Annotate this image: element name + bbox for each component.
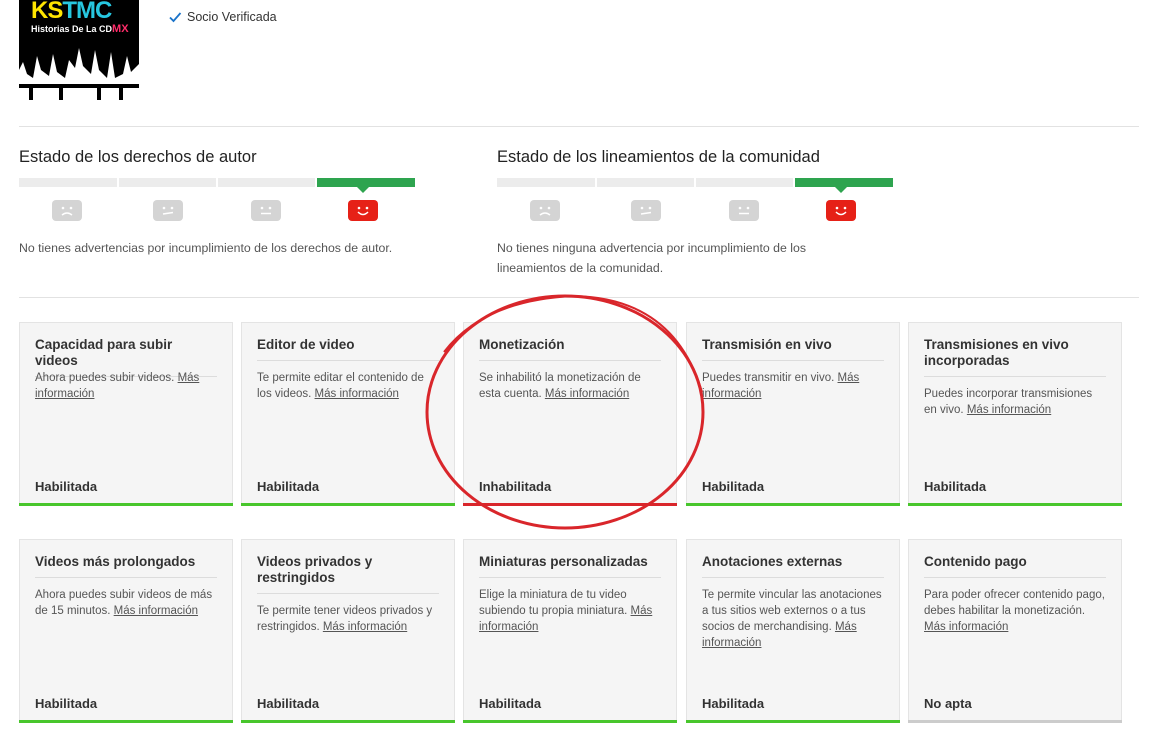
meter-segment — [218, 178, 315, 187]
feature-card-state: Habilitada — [257, 696, 320, 711]
happy-face-icon — [826, 200, 856, 221]
feature-card-state: Inhabilitada — [479, 479, 552, 494]
happy-face-icon — [348, 200, 378, 221]
meter-segment — [19, 178, 117, 187]
logo-subtitle: Historias De La CDMX — [31, 23, 129, 35]
copyright-status-section: Estado de los derechos de autor No tiene… — [19, 148, 459, 255]
skyline-image — [19, 44, 139, 100]
neutral-face-icon — [251, 200, 281, 221]
feature-card-embedded-live: Transmisiones en vivo incorporadas Puede… — [908, 322, 1122, 506]
feature-card-title: Videos privados y restringidos — [257, 554, 439, 594]
channel-avatar[interactable]: KSTMC Historias De La CDMX — [19, 0, 139, 100]
feature-card-description: Para poder ofrecer contenido pago, debes… — [924, 587, 1106, 635]
feature-status-bar — [686, 720, 900, 723]
feature-card-state: Habilitada — [702, 479, 765, 494]
more-info-link[interactable]: Más información — [967, 404, 1051, 416]
feature-card-title: Contenido pago — [924, 554, 1106, 578]
community-status-section: Estado de los lineamientos de la comunid… — [497, 148, 893, 275]
more-info-link[interactable]: Más información — [924, 621, 1008, 633]
channel-logo: KSTMC — [31, 0, 112, 24]
feature-card-title: Videos más prolongados — [35, 554, 217, 578]
feature-card-description-text: Elige la miniatura de tu video subiendo … — [479, 589, 628, 617]
feature-status-bar — [241, 503, 455, 506]
feature-card-monetization: Monetización Se inhabilitó la monetizaci… — [463, 322, 677, 506]
divider-middle — [19, 297, 1139, 298]
feature-card-state: Habilitada — [35, 696, 98, 711]
feature-card-external-annotations: Anotaciones externas Te permite vincular… — [686, 539, 900, 723]
uneasy-face-icon — [153, 200, 183, 221]
feature-card-title: Miniaturas personalizadas — [479, 554, 661, 578]
feature-card-video-editor: Editor de video Te permite editar el con… — [241, 322, 455, 506]
verified-label: Socio Verificada — [187, 10, 277, 24]
copyright-status-message: No tienes advertencias por incumplimient… — [19, 241, 393, 255]
feature-status-bar — [241, 720, 455, 723]
feature-card-paid-content: Contenido pago Para poder ofrecer conten… — [908, 539, 1122, 723]
meter-segment — [597, 178, 694, 187]
feature-card-state: Habilitada — [479, 696, 542, 711]
community-status-title: Estado de los lineamientos de la comunid… — [497, 148, 820, 166]
neutral-face-icon — [729, 200, 759, 221]
feature-card-description: Te permite tener videos privados y restr… — [257, 603, 439, 635]
feature-card-upload: Capacidad para subir videos Ahora puedes… — [19, 322, 233, 506]
check-icon — [169, 12, 182, 23]
feature-card-state: Habilitada — [702, 696, 765, 711]
logo-ks-text: KS — [31, 0, 63, 24]
uneasy-face-icon — [631, 200, 661, 221]
feature-card-private-videos: Videos privados y restringidos Te permit… — [241, 539, 455, 723]
feature-status-bar — [908, 720, 1122, 723]
feature-card-description: Se inhabilitó la monetización de esta cu… — [479, 370, 661, 402]
feature-card-state: Habilitada — [924, 479, 987, 494]
feature-card-description: Ahora puedes subir videos. Más informaci… — [35, 370, 217, 402]
feature-card-state: Habilitada — [257, 479, 320, 494]
feature-card-state: Habilitada — [35, 479, 98, 494]
community-status-meter — [497, 178, 893, 193]
feature-card-description-text: Para poder ofrecer contenido pago, debes… — [924, 589, 1105, 617]
feature-card-state: No apta — [924, 696, 972, 711]
feature-status-bar — [463, 503, 677, 506]
feature-card-description: Te permite vincular las anotaciones a tu… — [702, 587, 884, 651]
verified-badge: Socio Verificada — [168, 10, 277, 24]
sad-face-icon — [52, 200, 82, 221]
meter-segment — [497, 178, 595, 187]
more-info-link[interactable]: Más información — [114, 605, 198, 617]
feature-card-custom-thumbnails: Miniaturas personalizadas Elige la minia… — [463, 539, 677, 723]
meter-segment-active — [317, 178, 415, 187]
feature-status-bar — [19, 503, 233, 506]
feature-status-bar — [908, 503, 1122, 506]
meter-segment — [119, 178, 216, 187]
feature-card-description: Puedes incorporar transmisiones en vivo.… — [924, 386, 1106, 418]
feature-card-description: Te permite editar el contenido de los vi… — [257, 370, 439, 402]
copyright-status-title: Estado de los derechos de autor — [19, 148, 257, 166]
meter-pointer — [835, 187, 847, 193]
feature-card-title: Transmisión en vivo — [702, 337, 884, 361]
feature-card-description: Elige la miniatura de tu video subiendo … — [479, 587, 661, 635]
logo-subtitle-text: Historias De La CD — [31, 24, 113, 34]
logo-tmc-text: TMC — [62, 0, 112, 24]
feature-card-title: Transmisiones en vivo incorporadas — [924, 337, 1106, 377]
feature-status-bar — [686, 503, 900, 506]
feature-card-description: Ahora puedes subir videos de más de 15 m… — [35, 587, 217, 619]
feature-card-title: Monetización — [479, 337, 661, 361]
more-info-link[interactable]: Más información — [323, 621, 407, 633]
sad-face-icon — [530, 200, 560, 221]
logo-mx-text: MX — [112, 23, 129, 35]
feature-card-live-streaming: Transmisión en vivo Puedes transmitir en… — [686, 322, 900, 506]
feature-status-bar — [463, 720, 677, 723]
more-info-link[interactable]: Más información — [545, 388, 629, 400]
feature-card-description-text: Puedes transmitir en vivo. — [702, 372, 835, 384]
copyright-status-meter — [19, 178, 415, 193]
feature-card-longer-videos: Videos más prolongados Ahora puedes subi… — [19, 539, 233, 723]
feature-status-bar — [19, 720, 233, 723]
feature-card-description-text: Ahora puedes subir videos. — [35, 372, 175, 384]
meter-segment-active — [795, 178, 893, 187]
meter-pointer — [357, 187, 369, 193]
feature-card-description: Puedes transmitir en vivo. Más informaci… — [702, 370, 884, 402]
feature-card-title: Editor de video — [257, 337, 439, 361]
more-info-link[interactable]: Más información — [315, 388, 399, 400]
feature-card-title: Anotaciones externas — [702, 554, 884, 578]
meter-segment — [696, 178, 793, 187]
divider-top — [19, 126, 1139, 127]
community-status-message: No tienes ninguna advertencia por incump… — [497, 241, 806, 275]
